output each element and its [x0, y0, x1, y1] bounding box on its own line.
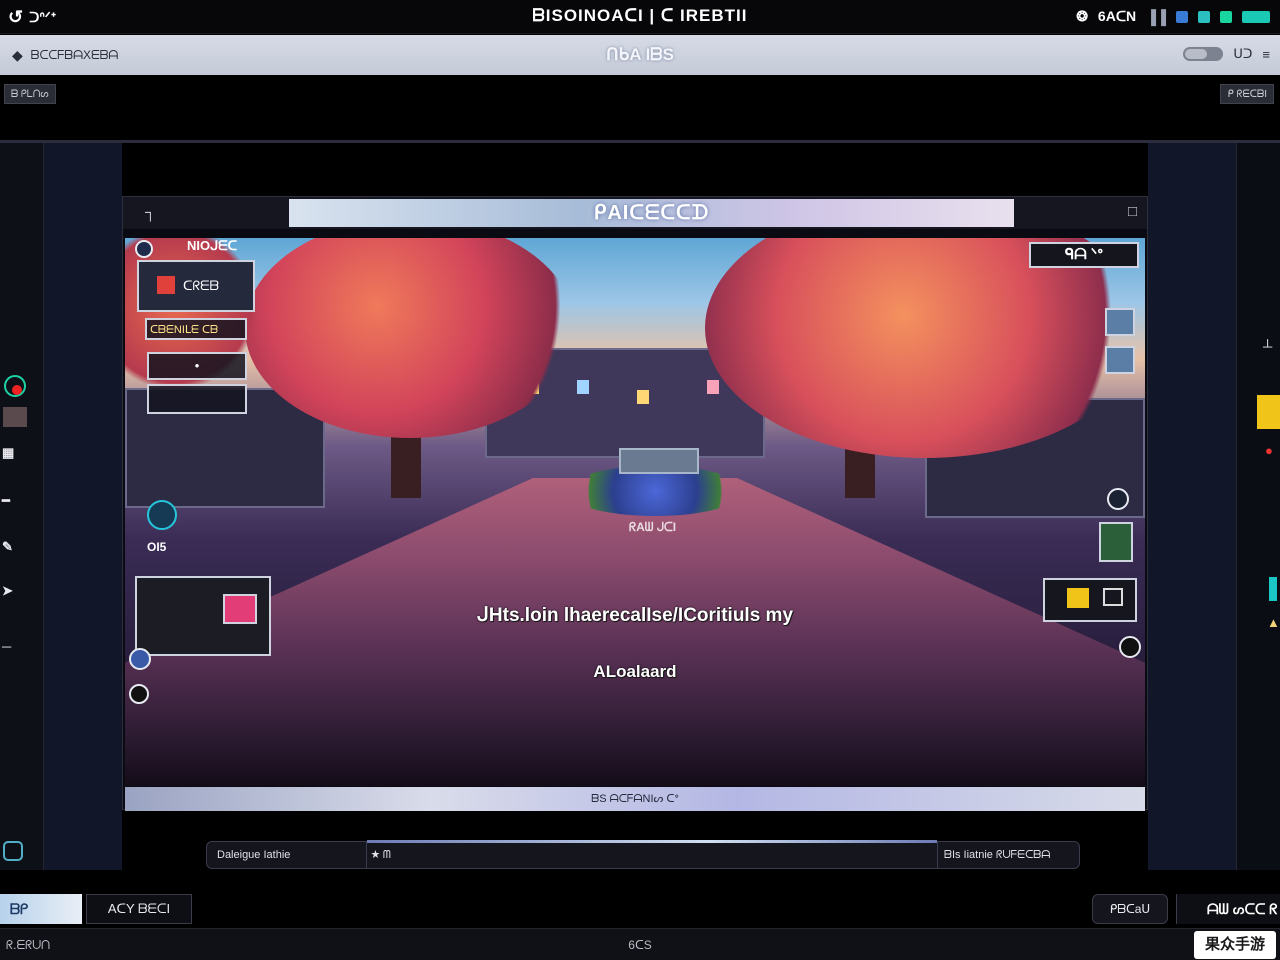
primary-tab-button[interactable]: ᗷᑭ — [0, 894, 82, 924]
battery-icon — [1242, 10, 1270, 23]
mode-toggle[interactable] — [1183, 47, 1224, 61]
help-icon[interactable] — [129, 684, 149, 704]
loading-text: ᗷS ᗩᑕᖴᗩNIᔕ ᑕᐤ — [591, 793, 679, 805]
loading-bar: ᗷS ᗩᑕᖴᗩNIᔕ ᑕᐤ — [125, 787, 1145, 811]
cyan-status-icon — [1198, 10, 1210, 23]
left-rail: ▦ ━ ✎ ➤ ─ — [0, 143, 44, 870]
top-system-bar: ↺ ᑐᐢᐟᐩ ᗷISOINOAᑕI | ᑕ IREBTII ❂ 6AᑕN ▐▐ — [0, 0, 1280, 34]
right-backdrop — [1148, 143, 1236, 870]
action-button[interactable]: ᗩᗯ ᔕᑕᑕ ᖇ — [1176, 894, 1280, 924]
status-seg-1[interactable]: Daleigue Iathie — [217, 842, 367, 868]
fullscreen-icon[interactable]: □ — [1128, 203, 1137, 220]
blue-status-icon — [1176, 10, 1188, 23]
app-bar-right: ᑌᑐ ≡ — [1183, 46, 1270, 62]
app-bar-right-label: ᑌᑐ — [1233, 46, 1253, 61]
watermark-logo: 果众手游 — [1194, 931, 1276, 959]
right-tag[interactable]: ᑭ ᖇᗴᑕᗷI — [1220, 84, 1274, 104]
rail-item-5-icon[interactable]: ─ — [2, 639, 11, 654]
top-right-group: ❂ 6AᑕN ▐▐ — [1076, 8, 1270, 25]
right-slot-1[interactable] — [1105, 308, 1135, 336]
game-scene[interactable]: ᖇAᗯ ᒍᑕI NIOᒍᗴᑕ ᑕᖇᗴᗷ ᑕᗷᗴNIᒪᗴ ᑕᗷ • OI5 ᑫᗩ … — [125, 238, 1145, 786]
hud-item-card[interactable]: ᑕᖇᗴᗷ — [137, 260, 255, 312]
compass-icon[interactable] — [1119, 636, 1141, 658]
green-status-icon — [1220, 10, 1232, 23]
footer-center-text: 6ᑕS — [628, 938, 652, 952]
top-right-badge[interactable]: ᑫᗩ ᐠᐤ — [1029, 242, 1139, 268]
game-window-header: ┐ ᑭAIᑕᗴᑕᑕᗪ □ — [123, 197, 1147, 229]
hud-item-label: ᑕᖇᗴᗷ — [183, 278, 219, 293]
hud-title: NIOᒍᗴᑕ — [187, 238, 238, 253]
hud-bottom-left-label: OI5 — [147, 540, 167, 554]
rail-item-2-icon[interactable]: ━ — [2, 493, 10, 509]
exit-icon[interactable]: ┐ — [145, 204, 156, 221]
settings-icon[interactable] — [135, 240, 153, 258]
red-dot-icon — [12, 385, 22, 395]
cyan-bar-icon — [1269, 577, 1277, 601]
footer: ᖇ.ᗴᖇᑌᑎ 6ᑕS 果众手游 — [0, 928, 1280, 960]
right-slot-2[interactable] — [1105, 346, 1135, 374]
status-seg-3[interactable]: ᗷIs Iiatnie ᖇᑌᖴᗴᑕᗷᗩ — [937, 842, 1077, 868]
triangle-icon: ▲ — [1267, 615, 1280, 630]
building-window — [707, 380, 719, 394]
rail-item-3-icon[interactable]: ✎ — [2, 539, 13, 555]
bench — [619, 448, 699, 474]
hud-slot-2[interactable] — [147, 384, 247, 414]
divider — [0, 140, 1280, 143]
scene-sign: ᖇAᗯ ᒍᑕI — [629, 520, 677, 534]
signal-icon: ▐▐ — [1146, 8, 1166, 25]
rail-item-4-icon[interactable]: ➤ — [2, 583, 13, 599]
dialogue-line-2: ALoalaard — [593, 662, 677, 681]
game-title: ᑭAIᑕᗴᑕᑕᗪ — [289, 199, 1014, 227]
menu-icon[interactable]: ≡ — [1262, 47, 1270, 62]
thumbnail-icon[interactable] — [3, 407, 27, 427]
options-button[interactable]: ᑭᗷᑕaᑌ — [1092, 894, 1168, 924]
left-tag[interactable]: ᗷ ᑭᒪᑎᔕ — [4, 84, 56, 104]
right-slot-3[interactable] — [1099, 522, 1133, 562]
controller-icon[interactable] — [3, 841, 23, 861]
bottom-toolbar: ᗷᑭ AᑕY ᗷᗴᑕI ᑭᗷᑕaᑌ ᗩᗯ ᔕᑕᑕ ᖇ — [0, 890, 1280, 926]
hud-slot-1[interactable]: • — [147, 352, 247, 380]
rail-item-1-icon[interactable]: ▦ — [2, 445, 14, 461]
red-badge-icon[interactable]: ● — [1265, 443, 1273, 458]
dialogue-line-1: ᒍHts.loin lhaerecalIse/ICoritiuls my — [476, 605, 794, 626]
secondary-tab-button[interactable]: AᑕY ᗷᗴᑕI — [86, 894, 192, 924]
network-icon[interactable]: ❂ — [1076, 8, 1088, 25]
building-window — [577, 380, 589, 394]
right-rail: ┴ ● ▲ — [1236, 143, 1280, 870]
map-icon[interactable] — [147, 500, 177, 530]
status-bar: Daleigue Iathie ★ ᗰ ᗷIs Iiatnie ᖇᑌᖴᗴᑕᗷᗩ — [206, 840, 1080, 869]
item-icon — [157, 276, 175, 294]
warning-icon[interactable] — [1257, 395, 1280, 429]
status-seg-2[interactable]: ★ ᗰ — [371, 842, 931, 868]
hud-label: ᑕᗷᗴNIᒪᗴ ᑕᗷ — [145, 318, 247, 340]
building-window — [637, 390, 649, 404]
rotate-icon[interactable] — [1107, 488, 1129, 510]
app-bar-title: ᑎᑲA IᗷS — [606, 45, 674, 64]
right-rail-item-1-icon[interactable]: ┴ — [1263, 339, 1272, 354]
game-window: ┐ ᑭAIᑕᗴᑕᑕᗪ □ ᖇAᗯ ᒍᑕI NIOᒍᗴᑕ ᑕᖇᗴᗷ ᑕᗷᗴNIᒪᗴ… — [122, 196, 1148, 811]
status-text: 6AᑕN — [1097, 8, 1137, 24]
app-bar: ◆ ᗷᑕᑕᖴᗷᗩXᗴᗷᗩ ᑎᑲA IᗷS ᑌᑐ ≡ — [0, 35, 1280, 75]
